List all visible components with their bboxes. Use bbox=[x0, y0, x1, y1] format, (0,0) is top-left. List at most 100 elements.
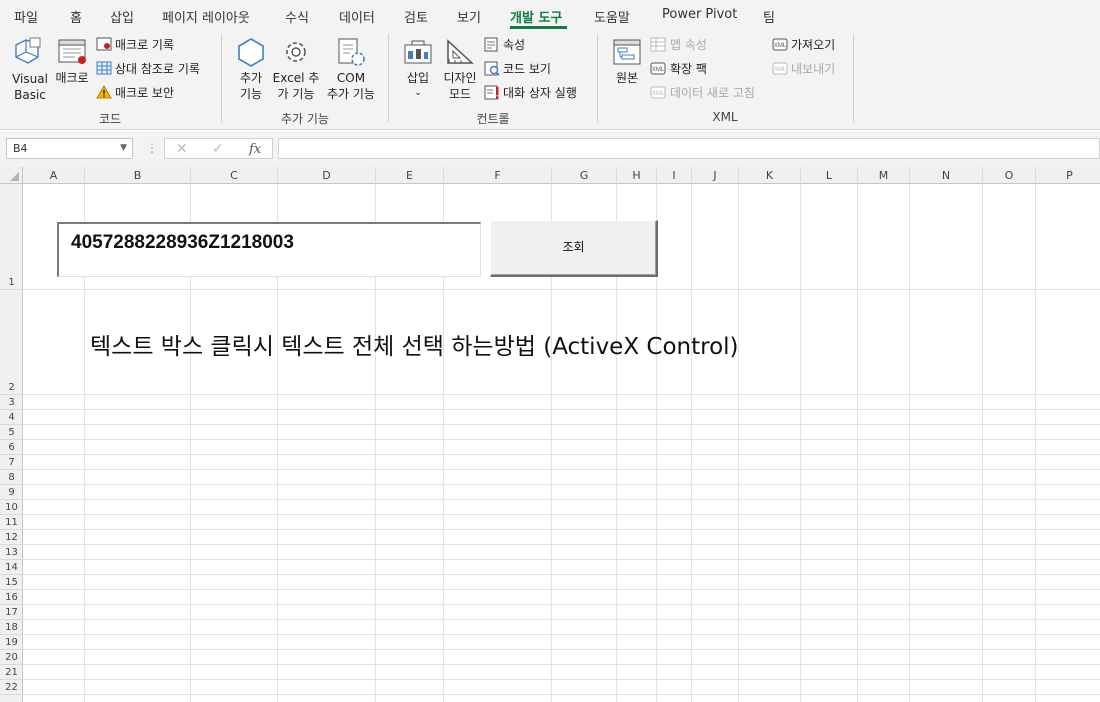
column-header[interactable]: A bbox=[23, 167, 85, 184]
row-header[interactable]: 17 bbox=[0, 605, 23, 620]
refresh-data-button[interactable]: 데이터 새로 고침 bbox=[670, 85, 755, 101]
gridline bbox=[982, 184, 983, 702]
column-header[interactable]: B bbox=[85, 167, 191, 184]
run-dialog-button[interactable]: 대화 상자 실행 bbox=[503, 85, 577, 101]
tab-5[interactable]: 데이터 bbox=[339, 7, 375, 26]
tab-10[interactable]: Power Pivot bbox=[662, 7, 737, 22]
enter-icon[interactable]: ✓ bbox=[212, 141, 224, 157]
column-header[interactable]: M bbox=[858, 167, 910, 184]
gear-icon[interactable] bbox=[281, 37, 311, 67]
import-button[interactable]: 가져오기 bbox=[791, 37, 835, 53]
name-box[interactable]: B4 ▼ bbox=[6, 138, 133, 159]
tab-0[interactable]: 파일 bbox=[14, 7, 38, 26]
column-header[interactable]: P bbox=[1036, 167, 1100, 184]
row-header[interactable]: 3 bbox=[0, 395, 23, 410]
visual-basic-icon[interactable] bbox=[12, 35, 44, 67]
relative-reference-button[interactable]: 상대 참조로 기록 bbox=[115, 61, 200, 77]
column-header[interactable]: N bbox=[910, 167, 983, 184]
xml-source-button[interactable]: 원본 bbox=[607, 70, 647, 86]
tab-8[interactable]: 개발 도구 bbox=[510, 7, 562, 26]
row-header[interactable]: 20 bbox=[0, 650, 23, 665]
com-addins-icon[interactable] bbox=[336, 37, 366, 67]
formula-bar: B4 ▼ ⋮ ✕ ✓ fx bbox=[0, 131, 1100, 167]
row-header[interactable]: 4 bbox=[0, 410, 23, 425]
cancel-icon[interactable]: ✕ bbox=[176, 141, 188, 157]
formula-input[interactable] bbox=[278, 138, 1100, 159]
view-code-button[interactable]: 코드 보기 bbox=[503, 61, 551, 77]
select-all-corner[interactable] bbox=[0, 167, 23, 184]
activex-textbox[interactable]: 4057288228936Z1218003 bbox=[57, 222, 481, 277]
properties-icon bbox=[484, 37, 498, 52]
lookup-button[interactable]: 조회 bbox=[490, 220, 658, 277]
tab-3[interactable]: 페이지 레이아웃 bbox=[162, 7, 250, 26]
tab-11[interactable]: 팀 bbox=[763, 7, 775, 26]
row-header[interactable]: 18 bbox=[0, 620, 23, 635]
design-mode-button[interactable]: 디자인 모드 bbox=[438, 70, 482, 102]
insert-function-icon[interactable]: fx bbox=[249, 142, 261, 157]
xml-source-icon[interactable] bbox=[612, 38, 642, 66]
gridline bbox=[23, 604, 1100, 605]
column-header[interactable]: E bbox=[376, 167, 444, 184]
visual-basic-button[interactable]: Visual Basic bbox=[10, 71, 50, 103]
row-header[interactable]: 21 bbox=[0, 665, 23, 680]
row-header[interactable]: 2 bbox=[0, 290, 23, 395]
row-header[interactable]: 5 bbox=[0, 425, 23, 440]
row-header[interactable]: 22 bbox=[0, 680, 23, 695]
column-header[interactable]: G bbox=[552, 167, 617, 184]
row-header[interactable]: 16 bbox=[0, 590, 23, 605]
row-header[interactable]: 6 bbox=[0, 440, 23, 455]
macro-icon[interactable] bbox=[57, 38, 89, 66]
row-header[interactable]: 10 bbox=[0, 500, 23, 515]
row-header[interactable]: 7 bbox=[0, 455, 23, 470]
xml-group-label: XML bbox=[712, 110, 738, 124]
tab-6[interactable]: 검토 bbox=[404, 7, 428, 26]
gridline bbox=[23, 679, 1100, 680]
com-addins-button[interactable]: COM 추가 기능 bbox=[321, 70, 381, 102]
gridline bbox=[23, 394, 1100, 395]
toolbox-icon[interactable] bbox=[403, 39, 433, 65]
column-header[interactable]: H bbox=[617, 167, 657, 184]
column-header[interactable]: F bbox=[444, 167, 552, 184]
column-header[interactable]: I bbox=[657, 167, 692, 184]
row-header[interactable]: 14 bbox=[0, 560, 23, 575]
map-properties-button[interactable]: 맵 속성 bbox=[670, 37, 707, 53]
row-header[interactable]: 9 bbox=[0, 485, 23, 500]
row-header[interactable]: 8 bbox=[0, 470, 23, 485]
chevron-down-icon[interactable]: ▼ bbox=[120, 143, 127, 153]
row-header[interactable]: 19 bbox=[0, 635, 23, 650]
column-header[interactable]: J bbox=[692, 167, 739, 184]
addins-icon[interactable] bbox=[236, 37, 266, 67]
row-header[interactable]: 1 bbox=[0, 184, 23, 290]
macro-button[interactable]: 매크로 bbox=[52, 70, 92, 86]
svg-text:XML: XML bbox=[774, 67, 787, 73]
column-header[interactable]: C bbox=[191, 167, 278, 184]
tab-1[interactable]: 홈 bbox=[70, 7, 82, 26]
column-header[interactable]: K bbox=[739, 167, 801, 184]
tab-4[interactable]: 수식 bbox=[285, 7, 309, 26]
run-dialog-icon bbox=[484, 85, 500, 100]
gridline bbox=[23, 619, 1100, 620]
macro-security-button[interactable]: 매크로 보안 bbox=[115, 85, 174, 101]
tab-9[interactable]: 도움말 bbox=[594, 7, 630, 26]
chevron-down-icon[interactable]: ⌄ bbox=[398, 85, 438, 101]
insert-control-button[interactable]: 삽입 bbox=[398, 70, 438, 86]
tab-7[interactable]: 보기 bbox=[457, 7, 481, 26]
row-header[interactable]: 15 bbox=[0, 575, 23, 590]
design-mode-icon[interactable] bbox=[445, 38, 475, 66]
record-macro-button[interactable]: 매크로 기록 bbox=[115, 37, 174, 53]
addins-button[interactable]: 추가 기능 bbox=[231, 70, 271, 102]
excel-addins-button[interactable]: Excel 추 가 기능 bbox=[271, 70, 321, 102]
column-header[interactable]: O bbox=[983, 167, 1036, 184]
gridline bbox=[909, 184, 910, 702]
column-header[interactable]: L bbox=[801, 167, 858, 184]
properties-button[interactable]: 속성 bbox=[503, 37, 525, 53]
record-macro-icon bbox=[96, 37, 112, 51]
expansion-packs-button[interactable]: 확장 팩 bbox=[670, 61, 707, 77]
tab-2[interactable]: 삽입 bbox=[110, 7, 134, 26]
row-header[interactable]: 13 bbox=[0, 545, 23, 560]
refresh-data-icon: XML bbox=[650, 85, 666, 100]
column-header[interactable]: D bbox=[278, 167, 376, 184]
row-header[interactable]: 11 bbox=[0, 515, 23, 530]
row-header[interactable]: 12 bbox=[0, 530, 23, 545]
export-button[interactable]: 내보내기 bbox=[791, 61, 835, 77]
